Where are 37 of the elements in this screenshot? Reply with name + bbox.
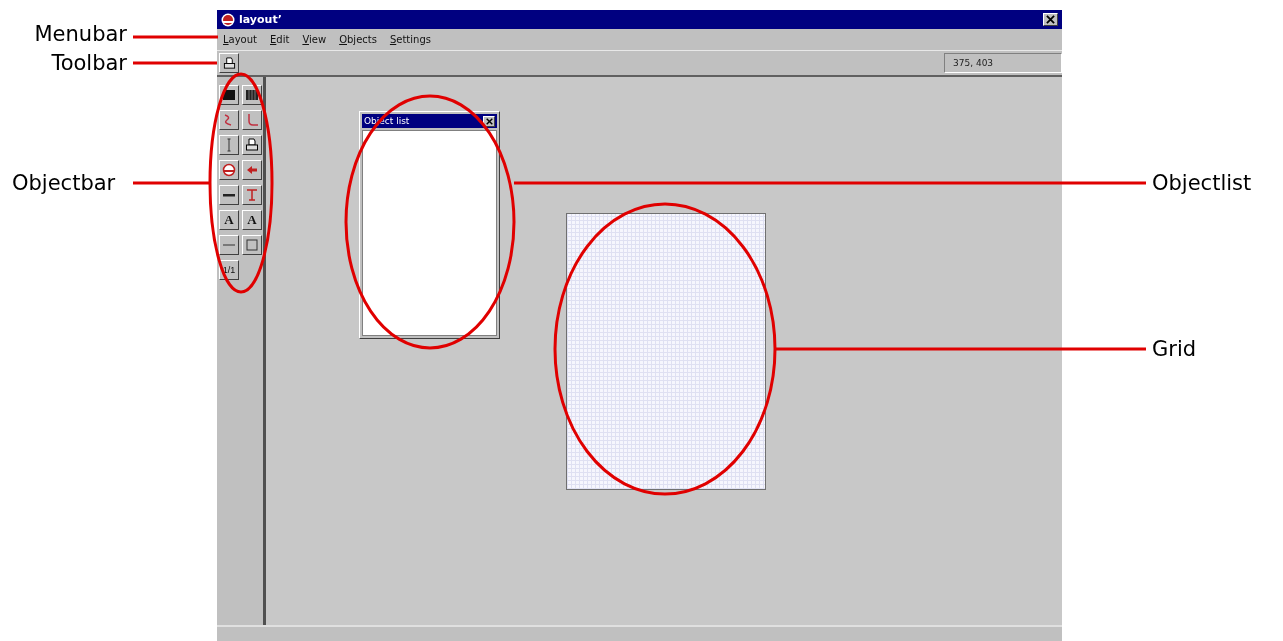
tool-button[interactable]: [242, 235, 262, 255]
close-button[interactable]: [1043, 13, 1058, 26]
square-icon: [245, 238, 259, 252]
printer-icon: [222, 56, 236, 70]
corner-line-icon: [245, 113, 259, 127]
callout-label: Objectbar: [12, 170, 116, 196]
circle-icon: [222, 163, 236, 177]
menu-item[interactable]: View: [302, 34, 327, 45]
window-title: layout’: [239, 13, 283, 26]
callout-label: Objectlist: [1152, 170, 1252, 196]
tool-button[interactable]: [242, 110, 262, 130]
close-button[interactable]: [483, 115, 495, 127]
tool-button[interactable]: [242, 160, 262, 180]
tool-button[interactable]: A: [219, 210, 239, 230]
arrow-icon: [245, 163, 259, 177]
printer-icon: [245, 138, 259, 152]
menu-item[interactable]: Objects: [339, 34, 377, 45]
menu-item[interactable]: Edit: [270, 34, 290, 45]
coordinates-field: 375, 403: [944, 53, 1062, 73]
callout-label: Menubar: [34, 21, 127, 47]
callout-label: Toolbar: [51, 50, 127, 76]
tool-button[interactable]: A: [242, 210, 262, 230]
filled-rectangle-icon: [222, 88, 236, 102]
t-bar-icon: [245, 188, 259, 202]
tool-button[interactable]: [219, 110, 239, 130]
tool-button[interactable]: [219, 235, 239, 255]
app-icon: [221, 12, 235, 27]
print-button[interactable]: [219, 53, 239, 73]
menu-item[interactable]: Settings: [389, 34, 431, 45]
menu-item[interactable]: Layout: [223, 34, 257, 45]
tool-button[interactable]: [242, 185, 262, 205]
callout-label: Grid: [1152, 336, 1197, 362]
tool-button[interactable]: [242, 135, 262, 155]
tool-button[interactable]: [219, 135, 239, 155]
striped-rectangle-icon: [245, 88, 259, 102]
tool-button[interactable]: [219, 160, 239, 180]
tool-button[interactable]: [219, 185, 239, 205]
